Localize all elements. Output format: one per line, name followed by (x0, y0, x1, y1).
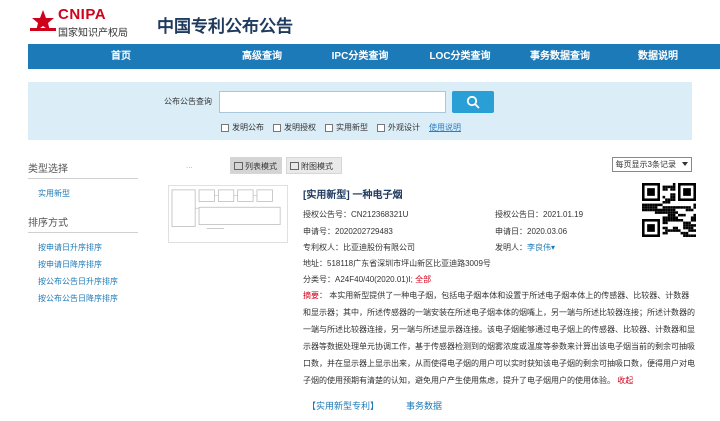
nav-item-home[interactable]: 首页 (28, 44, 214, 69)
nav-item-affairs[interactable]: 事务数据查询 (510, 44, 610, 69)
grant-date-value: 2021.01.19 (543, 210, 584, 219)
inventor-value[interactable]: 李良伟 (527, 243, 551, 252)
app-date-value: 2020.03.06 (527, 227, 568, 236)
search-button[interactable] (452, 91, 494, 113)
abstract: 摘要： 本实用新型提供了一种电子烟，包括电子烟本体和设置于所述电子烟本体上的传感… (303, 287, 695, 389)
star-logo-icon (30, 8, 56, 34)
inventor-label: 发明人： (495, 243, 527, 252)
figure-mode-label: 附图模式 (301, 162, 333, 171)
inventor-dropdown-icon[interactable]: ▾ (551, 243, 555, 252)
address-row: 地址：518118广东省深圳市坪山新区比亚迪路3009号 (303, 258, 491, 269)
check-label: 发明公布 (232, 123, 264, 132)
help-link[interactable]: 使用说明 (429, 122, 461, 133)
results-toolbar: ... 列表模式 附图模式 每页显示3条记录 (168, 157, 692, 174)
inventor-row: 发明人：李良伟▾ (495, 242, 555, 253)
collapse-link[interactable]: 收起 (617, 376, 633, 385)
list-mode-label: 列表模式 (245, 162, 277, 171)
abstract-label: 摘要： (303, 291, 327, 300)
class-all-link[interactable]: 全部 (415, 275, 431, 284)
chevron-down-icon (682, 162, 688, 166)
view-mode-dim: ... (186, 161, 193, 170)
utility-model-patent-link[interactable]: 【实用新型专利】 (307, 401, 379, 411)
figure-icon (290, 162, 299, 170)
search-icon (466, 95, 480, 109)
abstract-text: 本实用新型提供了一种电子烟，包括电子烟本体和设置于所述电子烟本体上的传感器、比较… (303, 291, 695, 385)
class-row: 分类号：A24F40/40(2020.01)I; 全部 (303, 275, 432, 284)
grant-no-value: CN212368321U (351, 210, 409, 219)
sort-pub-date-desc[interactable]: 按公布公告日降序排序 (28, 290, 158, 307)
header: CNIPA 国家知识产权局 中国专利公布公告 (0, 0, 720, 44)
main-nav: 首页 高级查询 IPC分类查询 LOC分类查询 事务数据查询 数据说明 (28, 44, 720, 69)
search-input[interactable] (219, 91, 446, 113)
list-icon (234, 162, 243, 170)
sort-section-title: 排序方式 (28, 210, 138, 233)
check-label: 外观设计 (388, 123, 420, 132)
class-label: 分类号： (303, 275, 335, 284)
checkbox[interactable] (273, 123, 281, 132)
checkbox[interactable] (325, 123, 333, 132)
record-title[interactable]: [实用新型] 一种电子烟 (303, 186, 695, 201)
type-section-title: 类型选择 (28, 156, 138, 179)
check-invention-grant[interactable]: 发明授权 (273, 122, 316, 133)
class-value: A24F40/40(2020.01)I (335, 275, 411, 284)
page: CNIPA 国家知识产权局 中国专利公布公告 首页 高级查询 IPC分类查询 L… (0, 0, 720, 421)
type-checkboxes: 发明公布 发明授权 实用新型 外观设计 使用说明 (221, 122, 461, 133)
list-mode-button[interactable]: 列表模式 (230, 157, 282, 174)
sort-pub-date-asc[interactable]: 按公布公告日升序排序 (28, 273, 158, 290)
search-label: 公布公告查询 (164, 97, 212, 106)
app-date-row: 申请日：2020.03.06 (495, 226, 567, 237)
app-no-value: 2020202729483 (335, 227, 393, 236)
patent-record: [实用新型] 一种电子烟 授权公告号：CN212368321U 授权公告日：20… (303, 186, 695, 411)
check-invention-pub[interactable]: 发明公布 (221, 122, 264, 133)
grant-date-row: 授权公告日：2021.01.19 (495, 209, 583, 220)
app-no-row: 申请号：2020202729483 (303, 226, 393, 237)
figure-mode-button[interactable]: 附图模式 (286, 157, 342, 174)
type-item-utility-model[interactable]: 实用新型 (28, 185, 158, 202)
patent-figure-thumbnail[interactable] (168, 185, 288, 243)
app-date-label: 申请日： (495, 227, 527, 236)
check-label: 实用新型 (336, 123, 368, 132)
app-no-label: 申请号： (303, 227, 335, 236)
nav-item-ipc[interactable]: IPC分类查询 (310, 44, 410, 69)
site-title: 中国专利公布公告 (157, 17, 293, 36)
logo-cn-text: 国家知识产权局 (58, 28, 128, 39)
grant-no-label: 授权公告号： (303, 210, 351, 219)
check-utility-model[interactable]: 实用新型 (325, 122, 368, 133)
grant-no-row: 授权公告号：CN212368321U (303, 209, 408, 220)
checkbox[interactable] (377, 123, 385, 132)
patentee-label: 专利权人： (303, 243, 343, 252)
sort-app-date-desc[interactable]: 按申请日降序排序 (28, 256, 158, 273)
grant-date-label: 授权公告日： (495, 210, 543, 219)
address-value: 518118广东省深圳市坪山新区比亚迪路3009号 (327, 259, 491, 268)
per-page-select[interactable]: 每页显示3条记录 (611, 157, 692, 172)
record-links: 【实用新型专利】 事务数据 (307, 399, 442, 412)
check-label: 发明授权 (284, 123, 316, 132)
address-label: 地址： (303, 259, 327, 268)
patentee-row: 专利权人：比亚迪股份有限公司 (303, 242, 415, 253)
logo-en-text: CNIPA (58, 6, 107, 23)
nav-item-loc[interactable]: LOC分类查询 (410, 44, 510, 69)
affairs-data-link[interactable]: 事务数据 (406, 401, 442, 411)
nav-item-data-notes[interactable]: 数据说明 (610, 44, 706, 69)
per-page-value: 每页显示3条记录 (615, 160, 676, 169)
cnipa-logo[interactable]: CNIPA 国家知识产权局 (30, 6, 140, 39)
patentee-value: 比亚迪股份有限公司 (343, 243, 415, 252)
check-design[interactable]: 外观设计 (377, 122, 420, 133)
search-panel: 公布公告查询 发明公布 发明授权 实用新型 外观设计 使用说明 (28, 82, 692, 140)
qr-code-icon (642, 183, 696, 237)
nav-item-advanced-search[interactable]: 高级查询 (214, 44, 310, 69)
sidebar: 类型选择 实用新型 排序方式 按申请日升序排序 按申请日降序排序 按公布公告日升… (28, 156, 158, 307)
sort-app-date-asc[interactable]: 按申请日升序排序 (28, 239, 158, 256)
checkbox[interactable] (221, 123, 229, 132)
